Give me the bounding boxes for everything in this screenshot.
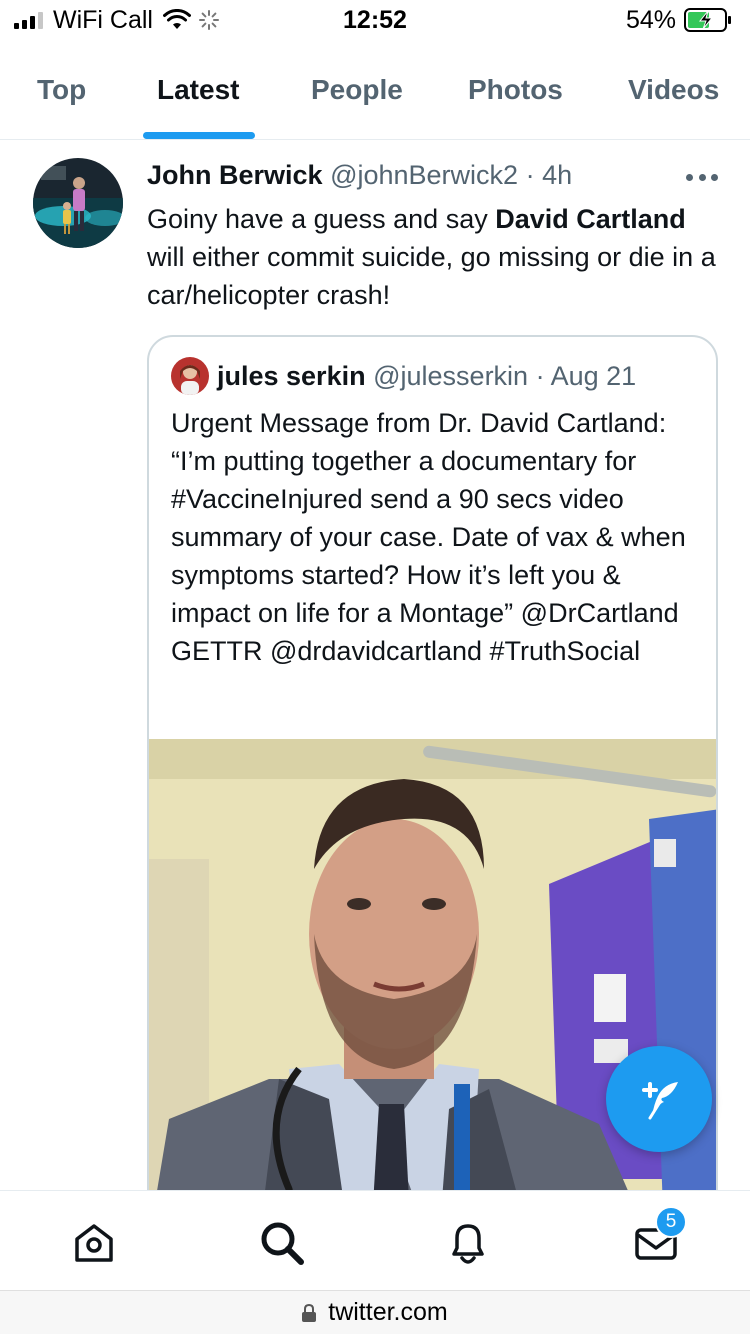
separator: · (535, 361, 545, 391)
quoted-avatar[interactable] (171, 357, 209, 395)
tweet-time[interactable]: 4h (542, 160, 572, 190)
active-tab-indicator (143, 132, 255, 139)
more-options-icon[interactable] (686, 172, 718, 182)
compose-feather-icon (642, 1082, 678, 1120)
nav-notifications-button[interactable] (444, 1219, 492, 1267)
tab-latest[interactable]: Latest (157, 74, 239, 106)
home-icon (75, 1224, 113, 1262)
quoted-time: Aug 21 (550, 361, 637, 391)
quoted-text: Urgent Message from Dr. David Cartland: … (171, 408, 686, 666)
lock-icon (302, 1303, 317, 1322)
tab-top[interactable]: Top (37, 74, 86, 106)
tweet-header: John Berwick @johnBerwick2 · 4h (147, 160, 572, 191)
search-icon (261, 1222, 304, 1265)
tab-photos[interactable]: Photos (468, 74, 563, 106)
separator: · (525, 160, 535, 190)
nav-home-button[interactable] (70, 1219, 118, 1267)
quoted-author-handle[interactable]: @julesserkin (373, 361, 528, 391)
tweet[interactable]: John Berwick @johnBerwick2 · 4h Goiny ha… (0, 142, 750, 1190)
tab-videos[interactable]: Videos (628, 74, 719, 106)
nav-search-button[interactable] (258, 1219, 306, 1267)
tab-people[interactable]: People (311, 74, 403, 106)
compose-tweet-button[interactable] (606, 1046, 712, 1152)
status-right: 54% (626, 6, 732, 34)
tweet-text-part: will either commit suicide, go missing o… (147, 242, 716, 310)
url-text: twitter.com (328, 1298, 448, 1326)
bell-icon (452, 1224, 484, 1264)
quoted-author-name[interactable]: jules serkin (217, 361, 366, 391)
search-tabs: Top Latest People Photos Videos (0, 56, 750, 140)
author-handle[interactable]: @johnBerwick2 (330, 160, 518, 190)
status-bar: WiFi Call 12:52 54% (0, 0, 750, 40)
highlighted-search-term: David Cartland (495, 204, 686, 234)
battery-charging-icon (684, 8, 731, 32)
avatar[interactable] (33, 158, 123, 248)
tweet-text: Goiny have a guess and say David Cartlan… (147, 200, 727, 314)
author-name[interactable]: John Berwick (147, 160, 323, 190)
battery-percentage: 54% (625, 5, 676, 34)
tweet-text-part: Goiny have a guess and say (147, 204, 496, 234)
messages-badge: 5 (655, 1206, 687, 1238)
bottom-navigation (0, 1190, 750, 1290)
quoted-header: jules serkin @julesserkin · Aug 21 (217, 361, 636, 392)
browser-url-bar[interactable]: twitter.com (0, 1290, 750, 1334)
